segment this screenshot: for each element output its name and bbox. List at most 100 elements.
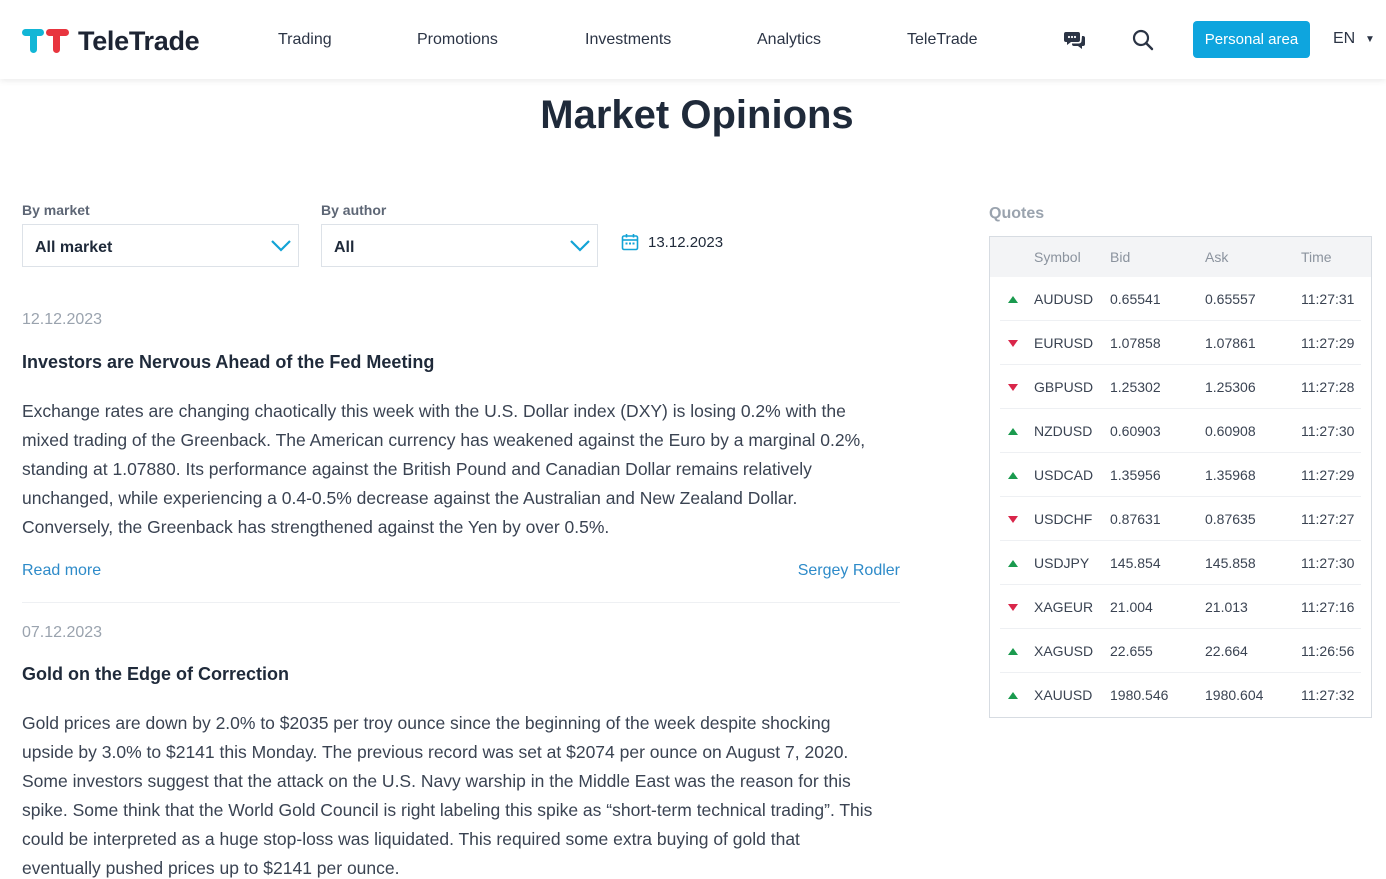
arrow-down-icon (1008, 384, 1018, 391)
chevron-down-icon (271, 240, 291, 252)
quote-time: 11:26:56 (1301, 643, 1355, 659)
article-line: spike. Some think that the World Gold Co… (22, 800, 873, 820)
market-select[interactable]: All market (22, 224, 299, 267)
quote-time: 11:27:31 (1301, 291, 1355, 307)
quote-ask: 1.35968 (1205, 467, 1256, 483)
caret-down-icon[interactable]: ▼ (1365, 34, 1375, 45)
author-link[interactable]: Sergey Rodler (798, 562, 900, 580)
quote-bid: 0.87631 (1110, 511, 1161, 527)
chevron-down-icon (570, 240, 590, 252)
article-line: Gold prices are down by 2.0% to $2035 pe… (22, 713, 831, 733)
article-excerpt: Exchange rates are changing chaotically … (22, 397, 900, 542)
quote-ask: 22.664 (1205, 643, 1248, 659)
author-select-value: All (334, 239, 355, 256)
quote-bid: 1.07858 (1110, 335, 1161, 351)
author-select[interactable]: All (321, 224, 598, 267)
arrow-down-icon (1008, 516, 1018, 523)
quote-symbol: EURUSD (1034, 335, 1094, 351)
date-picker[interactable]: 13.12.2023 (621, 233, 723, 251)
article-line: standing at 1.07880. Its performance aga… (22, 459, 812, 479)
nav-promotions[interactable]: Promotions (417, 31, 498, 49)
quote-row[interactable]: XAGEUR 21.004 21.013 11:27:16 (1000, 585, 1361, 629)
quotes-header-row: Symbol Bid Ask Time (990, 237, 1371, 277)
quote-row[interactable]: EURUSD 1.07858 1.07861 11:27:29 (1000, 321, 1361, 365)
article-line: Conversely, the Greenback has strengthen… (22, 517, 610, 537)
article-line: unchanged, while experiencing a 0.4-0.5%… (22, 488, 798, 508)
quote-row[interactable]: USDCAD 1.35956 1.35968 11:27:29 (1000, 453, 1361, 497)
quote-time: 11:27:27 (1301, 511, 1355, 527)
quote-row[interactable]: NZDUSD 0.60903 0.60908 11:27:30 (1000, 409, 1361, 453)
quote-time: 11:27:32 (1301, 687, 1355, 703)
nav-trading[interactable]: Trading (278, 31, 332, 49)
col-symbol: Symbol (1034, 249, 1081, 265)
arrow-up-icon (1008, 472, 1018, 479)
arrow-down-icon (1008, 340, 1018, 347)
quote-row[interactable]: AUDUSD 0.65541 0.65557 11:27:31 (1000, 277, 1361, 321)
quote-symbol: XAUUSD (1034, 687, 1093, 703)
quote-row[interactable]: XAUUSD 1980.546 1980.604 11:27:32 (1000, 673, 1361, 717)
article-title[interactable]: Gold on the Edge of Correction (22, 664, 900, 685)
market-filter-label: By market (22, 202, 90, 218)
quote-time: 11:27:30 (1301, 555, 1355, 571)
quote-symbol: NZDUSD (1034, 423, 1093, 439)
chat-icon[interactable] (1063, 28, 1087, 52)
arrow-up-icon (1008, 648, 1018, 655)
quote-ask: 0.65557 (1205, 291, 1256, 307)
quote-ask: 0.60908 (1205, 423, 1256, 439)
quote-ask: 1980.604 (1205, 687, 1264, 703)
search-icon[interactable] (1131, 28, 1155, 52)
personal-area-button[interactable]: Personal area (1193, 21, 1310, 58)
selected-date: 13.12.2023 (648, 233, 724, 251)
quote-bid: 145.854 (1110, 555, 1161, 571)
language-selector[interactable]: EN (1333, 30, 1355, 48)
col-ask: Ask (1205, 249, 1229, 265)
article-date: 12.12.2023 (22, 311, 103, 328)
article-line: Some investors suggest that the attack o… (22, 771, 851, 791)
quote-time: 11:27:29 (1301, 335, 1355, 351)
nav-teletrade[interactable]: TeleTrade (907, 31, 978, 49)
quote-bid: 0.65541 (1110, 291, 1161, 307)
quote-row[interactable]: XAGUSD 22.655 22.664 11:26:56 (1000, 629, 1361, 673)
page-title: Market Opinions (540, 93, 854, 137)
article-title[interactable]: Investors are Nervous Ahead of the Fed M… (22, 352, 900, 373)
quote-row[interactable]: GBPUSD 1.25302 1.25306 11:27:28 (1000, 365, 1361, 409)
article-card: 07.12.2023 (22, 624, 900, 642)
arrow-down-icon (1008, 604, 1018, 611)
col-bid: Bid (1110, 249, 1131, 265)
quote-symbol: USDCAD (1034, 467, 1094, 483)
article-divider (22, 602, 900, 603)
read-more-link[interactable]: Read more (22, 562, 101, 579)
col-time: Time (1301, 249, 1332, 265)
arrow-up-icon (1008, 560, 1018, 567)
quote-symbol: USDJPY (1034, 555, 1090, 571)
quote-symbol: USDCHF (1034, 511, 1093, 527)
author-filter-label: By author (321, 202, 387, 218)
quote-bid: 1980.546 (1110, 687, 1169, 703)
article-line: Exchange rates are changing chaotically … (22, 401, 846, 421)
article-title-wrap: Gold on the Edge of Correction (22, 664, 900, 685)
quote-ask: 21.013 (1205, 599, 1248, 615)
nav-analytics[interactable]: Analytics (757, 31, 821, 49)
quote-bid: 0.60903 (1110, 423, 1161, 439)
quote-time: 11:27:16 (1301, 599, 1355, 615)
quote-time: 11:27:29 (1301, 467, 1355, 483)
logo[interactable]: TeleTrade (22, 26, 200, 57)
quote-bid: 22.655 (1110, 643, 1153, 659)
quote-symbol: XAGUSD (1034, 643, 1094, 659)
quote-ask: 0.87635 (1205, 511, 1256, 527)
quote-ask: 145.858 (1205, 555, 1256, 571)
quote-row[interactable]: USDJPY 145.854 145.858 11:27:30 (1000, 541, 1361, 585)
quote-symbol: GBPUSD (1034, 379, 1094, 395)
quote-symbol: XAGEUR (1034, 599, 1094, 615)
article-date: 07.12.2023 (22, 624, 103, 641)
quote-row[interactable]: USDCHF 0.87631 0.87635 11:27:27 (1000, 497, 1361, 541)
quotes-title: Quotes (989, 205, 1045, 222)
quote-time: 11:27:30 (1301, 423, 1355, 439)
site-header: TeleTrade Trading Promotions Investments… (0, 0, 1386, 79)
article-title-wrap: Investors are Nervous Ahead of the Fed M… (22, 352, 900, 373)
nav-investments[interactable]: Investments (585, 31, 671, 49)
quote-time: 11:27:28 (1301, 379, 1355, 395)
article-excerpt: Gold prices are down by 2.0% to $2035 pe… (22, 709, 900, 879)
article-line: upside by 3.0% to $2141 this Monday. The… (22, 742, 849, 762)
article-line: could be interpreted as a huge stop-loss… (22, 829, 800, 849)
